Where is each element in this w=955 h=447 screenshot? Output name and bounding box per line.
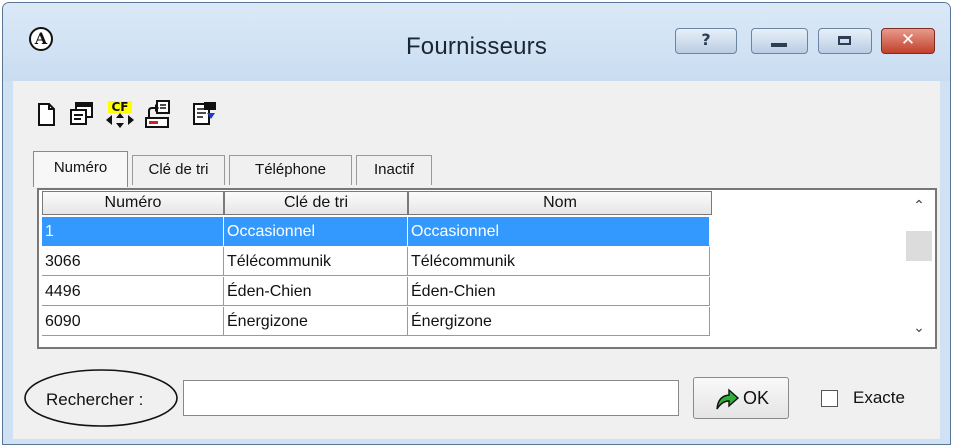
minimize-button[interactable] <box>751 28 808 54</box>
cell-cle-de-tri: Énergizone <box>224 307 408 336</box>
cell-numero: 6090 <box>42 307 224 336</box>
cell-cle-de-tri: Télécommunik <box>224 247 408 276</box>
export-button[interactable] <box>143 99 173 129</box>
close-icon: ✕ <box>900 30 916 50</box>
edit-window-icon <box>70 102 93 125</box>
new-document-icon <box>38 103 55 126</box>
properties-button[interactable] <box>189 99 219 129</box>
minimize-icon <box>771 43 787 47</box>
cell-cle-de-tri: Éden-Chien <box>224 277 408 306</box>
green-arrow-icon <box>716 388 740 410</box>
properties-icon <box>193 102 216 125</box>
cell-cle-de-tri: Occasionnel <box>224 217 408 246</box>
sort-key-icon: CF <box>106 100 134 128</box>
cell-numero: 3066 <box>42 247 224 276</box>
cell-nom: Éden-Chien <box>408 277 710 306</box>
cell-nom: Énergizone <box>408 307 710 336</box>
table-row[interactable]: 4496 Éden-Chien Éden-Chien <box>42 277 710 307</box>
cell-nom: Télécommunik <box>408 247 710 276</box>
cell-numero: 4496 <box>42 277 224 306</box>
exact-checkbox[interactable] <box>821 390 838 407</box>
svg-text:CF: CF <box>111 100 128 114</box>
cell-numero: 1 <box>42 217 224 246</box>
help-button[interactable]: ? <box>675 28 737 54</box>
cell-nom: Occasionnel <box>408 217 710 246</box>
edit-window-button[interactable] <box>67 99 97 129</box>
tab-numero[interactable]: Numéro <box>33 151 128 187</box>
column-header-cle-de-tri[interactable]: Clé de tri <box>224 191 408 215</box>
maximize-button[interactable] <box>818 28 872 54</box>
vertical-scrollbar[interactable]: ⌃ ⌄ <box>904 191 934 346</box>
scroll-thumb[interactable] <box>906 231 932 261</box>
maximize-icon <box>838 36 851 45</box>
client-area: CF Numéro Clé de tri Téléphone Inactif N… <box>13 81 940 439</box>
scroll-up-icon[interactable]: ⌃ <box>904 197 934 214</box>
close-button[interactable]: ✕ <box>881 28 935 54</box>
help-icon: ? <box>701 30 711 49</box>
title-bar[interactable]: A Fournisseurs ? ✕ <box>3 3 950 81</box>
scroll-down-icon[interactable]: ⌄ <box>904 319 934 336</box>
tab-cle-de-tri[interactable]: Clé de tri <box>132 155 225 185</box>
toolbar: CF <box>13 81 940 139</box>
column-header-nom[interactable]: Nom <box>408 191 712 215</box>
table-row[interactable]: 6090 Énergizone Énergizone <box>42 307 710 337</box>
tab-telephone[interactable]: Téléphone <box>229 155 352 185</box>
search-label: Rechercher : <box>46 390 144 409</box>
ok-button[interactable]: OK <box>693 377 789 419</box>
exact-label: Exacte <box>853 388 905 407</box>
suppliers-grid[interactable]: Numéro Clé de tri Nom 1 Occasionnel Occa… <box>37 188 937 349</box>
search-input[interactable] <box>183 380 679 416</box>
column-header-numero[interactable]: Numéro <box>42 191 224 215</box>
tab-inactif[interactable]: Inactif <box>356 155 432 185</box>
table-row[interactable]: 1 Occasionnel Occasionnel <box>42 217 710 247</box>
fournisseurs-window: A Fournisseurs ? ✕ CF Numéro Clé de tri … <box>2 2 951 445</box>
ok-label: OK <box>743 388 770 408</box>
export-icon <box>145 100 170 128</box>
sort-key-button[interactable]: CF <box>103 99 137 129</box>
new-document-button[interactable] <box>31 99 61 129</box>
table-row[interactable]: 3066 Télécommunik Télécommunik <box>42 247 710 277</box>
search-label-highlight: Rechercher : <box>21 365 181 429</box>
search-bar: Rechercher : OK Exacte <box>13 353 940 439</box>
